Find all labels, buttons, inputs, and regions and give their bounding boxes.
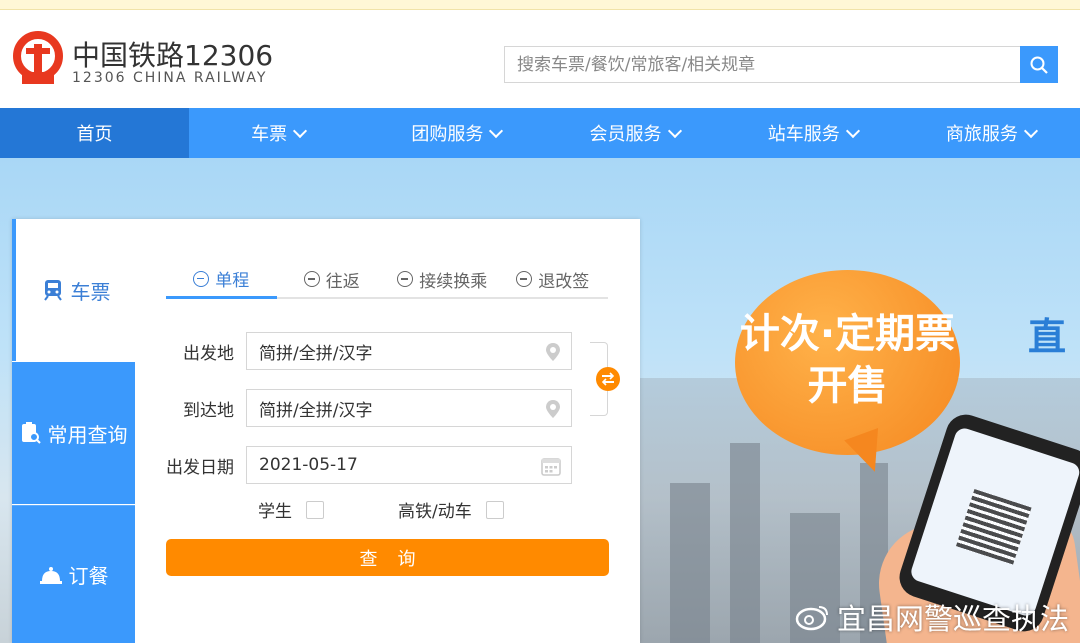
nav-item-member-services[interactable]: 会员服务	[545, 108, 723, 158]
hsr-option: 高铁/动车	[398, 497, 504, 522]
passenger-options: 学生 高铁/动车	[258, 497, 504, 522]
site-header: 中国铁路12306 12306 CHINA RAILWAY	[0, 10, 1080, 108]
swap-arrows-icon	[601, 372, 615, 386]
nav-item-home[interactable]: 首页	[0, 108, 190, 158]
watermark-text: 宜昌网警巡查执法	[837, 602, 1070, 636]
ticket-booking-panel: 车票 常用查询 订餐 单程 往返 接续换乘 退改签 出发地 简拼/全拼/汉字 到…	[12, 219, 640, 643]
banner-side-text: 直	[1028, 315, 1067, 359]
qr-code-icon	[955, 489, 1032, 565]
search-button[interactable]	[1020, 46, 1058, 83]
train-icon	[43, 280, 62, 301]
nav-item-label: 商旅服务	[945, 124, 1018, 145]
search-input[interactable]	[504, 46, 1020, 83]
china-railway-logo-icon[interactable]	[12, 30, 64, 90]
location-pin-icon	[546, 400, 560, 418]
promo-bubble-text: 计次·定期票 开售	[735, 308, 960, 412]
brand-subtitle: 12306 CHINA RAILWAY	[72, 70, 268, 86]
nav-item-station-services[interactable]: 站车服务	[724, 108, 902, 158]
hsr-label: 高铁/动车	[398, 502, 472, 522]
sidebar-item-label: 订餐	[68, 564, 109, 588]
sidebar-item-tickets[interactable]: 车票	[12, 219, 135, 361]
sidebar-item-dining[interactable]: 订餐	[12, 505, 135, 643]
nav-item-label: 会员服务	[589, 124, 662, 145]
refresh-circle-icon	[397, 271, 414, 287]
chevron-down-icon	[293, 123, 308, 138]
location-pin-icon	[546, 343, 560, 361]
tab-label: 接续换乘	[419, 271, 488, 292]
chevron-down-icon	[489, 123, 504, 138]
from-label: 出发地	[183, 343, 234, 364]
to-station-input[interactable]: 简拼/全拼/汉字	[246, 389, 572, 427]
promo-line-1: 计次·定期票	[739, 311, 956, 357]
date-row: 出发日期 2021-05-17	[162, 446, 572, 484]
date-label: 出发日期	[166, 457, 234, 478]
top-notice-strip	[0, 0, 1080, 10]
minus-circle-icon	[193, 270, 210, 287]
building-shape	[730, 443, 760, 643]
ticket-circle-icon	[516, 271, 533, 287]
student-option: 学生	[258, 497, 324, 522]
tab-label: 单程	[215, 271, 250, 291]
to-placeholder: 简拼/全拼/汉字	[259, 400, 373, 421]
from-row: 出发地 简拼/全拼/汉字	[162, 332, 572, 370]
hsr-checkbox[interactable]	[485, 500, 504, 519]
sidebar-item-label: 车票	[70, 279, 111, 304]
to-label: 到达地	[183, 400, 234, 421]
promo-line-2: 开售	[807, 363, 888, 409]
equals-circle-icon	[303, 271, 320, 287]
calendar-icon	[541, 458, 561, 476]
chevron-down-icon	[1023, 123, 1038, 138]
weibo-icon	[795, 606, 828, 631]
nav-item-label: 站车服务	[767, 124, 840, 145]
tab-round-trip[interactable]: 往返	[277, 261, 388, 297]
dining-bell-icon	[39, 566, 62, 584]
nav-item-group-services[interactable]: 团购服务	[367, 108, 545, 158]
trip-type-tabs: 单程 往返 接续换乘 退改签	[166, 261, 608, 299]
nav-item-tickets[interactable]: 车票	[189, 108, 367, 158]
nav-item-label: 团购服务	[411, 124, 484, 145]
tab-refund-change[interactable]: 退改签	[498, 261, 609, 297]
query-button[interactable]: 查询	[166, 539, 609, 576]
from-station-input[interactable]: 简拼/全拼/汉字	[246, 332, 572, 370]
nav-item-business-services[interactable]: 商旅服务	[902, 108, 1080, 158]
tab-transfer[interactable]: 接续换乘	[387, 261, 498, 297]
student-label: 学生	[258, 502, 292, 522]
from-placeholder: 简拼/全拼/汉字	[259, 343, 373, 364]
tab-label: 往返	[325, 271, 360, 292]
swap-stations-button[interactable]	[596, 367, 620, 391]
sidebar-item-common-queries[interactable]: 常用查询	[12, 362, 135, 504]
student-checkbox[interactable]	[306, 500, 324, 519]
chevron-down-icon	[667, 123, 682, 138]
search-icon	[1030, 56, 1048, 74]
clipboard-search-icon	[21, 422, 41, 444]
nav-item-label: 首页	[76, 124, 113, 145]
main-nav: 首页 车票 团购服务 会员服务 站车服务 商旅服务	[0, 108, 1080, 158]
tab-label: 退改签	[538, 271, 590, 292]
departure-date-input[interactable]: 2021-05-17	[246, 446, 572, 484]
brand-title: 中国铁路12306	[72, 39, 274, 72]
watermark: 宜昌网警巡查执法	[795, 596, 1069, 638]
building-shape	[670, 483, 710, 643]
nav-item-label: 车票	[251, 124, 288, 145]
site-search	[504, 46, 1058, 83]
tab-one-way[interactable]: 单程	[166, 261, 277, 299]
sidebar-item-label: 常用查询	[47, 422, 128, 447]
to-row: 到达地 简拼/全拼/汉字	[162, 389, 572, 427]
chevron-down-icon	[845, 123, 860, 138]
date-value: 2021-05-17	[259, 455, 358, 475]
